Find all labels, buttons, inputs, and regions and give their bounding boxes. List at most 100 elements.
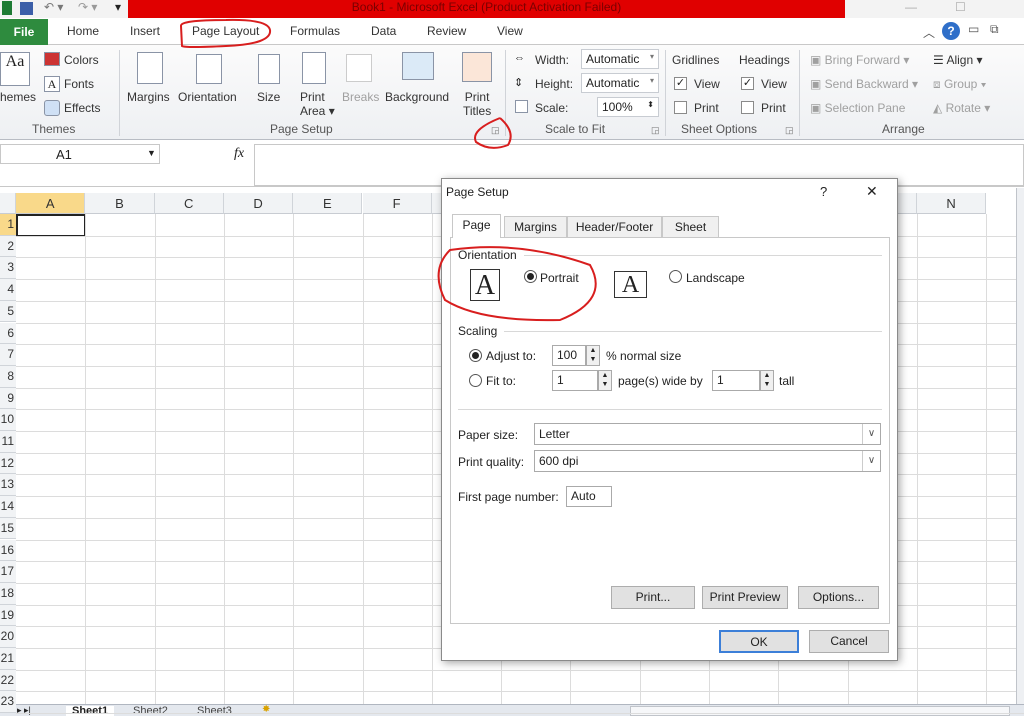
row-header[interactable]: 10 [0, 409, 16, 431]
dialog-tab-sheet[interactable]: Sheet [662, 216, 719, 237]
row-header[interactable]: 2 [0, 235, 16, 258]
name-box[interactable]: A1 [0, 144, 160, 164]
column-header[interactable]: A [16, 193, 86, 214]
undo-icon[interactable]: ↶ ▾ [44, 0, 63, 14]
fit-to-radio[interactable] [469, 374, 482, 387]
themes-button[interactable]: hemes [0, 90, 36, 104]
row-header[interactable]: 18 [0, 582, 16, 605]
row-header[interactable]: 4 [0, 279, 16, 301]
portrait-radio[interactable] [524, 270, 537, 283]
sheet-tab-sheet3[interactable]: Sheet3 [197, 706, 232, 717]
close-button[interactable]: ✕ [866, 183, 878, 200]
gridlines-print-checkbox[interactable] [674, 101, 687, 114]
dialog-tab-page[interactable]: Page [452, 214, 501, 238]
tab-view[interactable]: View [497, 24, 523, 38]
adjust-to-label[interactable]: Adjust to: [486, 349, 536, 363]
fit-wide-input[interactable]: 1 [552, 370, 598, 391]
row-header[interactable]: 12 [0, 452, 16, 475]
headings-print-checkbox[interactable] [741, 101, 754, 114]
row-header[interactable]: 17 [0, 561, 16, 583]
name-box-dropdown-icon[interactable]: ▼ [147, 148, 156, 158]
active-cell[interactable] [16, 214, 86, 237]
scale-spinner[interactable]: 100% ⬍ [597, 97, 659, 117]
tab-page-layout[interactable]: Page Layout [192, 24, 259, 38]
vertical-scrollbar[interactable] [1016, 188, 1024, 704]
breaks-button[interactable]: Breaks [342, 90, 379, 104]
fonts-button[interactable]: Fonts [64, 77, 94, 91]
insert-function-icon[interactable]: fx [234, 146, 244, 162]
help-icon[interactable]: ? [942, 22, 960, 40]
sheet-tab-sheet2[interactable]: Sheet2 [133, 706, 168, 717]
adjust-to-input[interactable]: 100 [552, 345, 586, 366]
workbook-minimize-icon[interactable]: ▭ [968, 22, 979, 36]
sheet-tab-sheet1[interactable]: Sheet1 [66, 706, 115, 717]
fit-wide-spinner[interactable]: ▲ ▼ [598, 370, 612, 391]
row-header[interactable]: 15 [0, 517, 16, 540]
redo-icon[interactable]: ↷ ▾ [78, 0, 97, 14]
column-header[interactable]: N [916, 193, 987, 214]
background-button[interactable]: Background [385, 90, 449, 104]
row-header[interactable]: 6 [0, 322, 16, 345]
themes-icon[interactable]: Aa [0, 52, 30, 86]
print-quality-select[interactable]: 600 dpi ∨ [534, 450, 881, 472]
row-header[interactable]: 1 [0, 214, 16, 236]
row-header[interactable]: 21 [0, 648, 16, 670]
sheet-options-launcher-icon[interactable]: ◲ [785, 125, 794, 136]
row-header[interactable]: 13 [0, 474, 16, 497]
cancel-button[interactable]: Cancel [809, 630, 889, 653]
row-header[interactable]: 8 [0, 365, 16, 388]
rotate-button[interactable]: ◭ Rotate ▾ [933, 101, 990, 115]
first-page-number-input[interactable]: Auto [566, 486, 612, 507]
column-header[interactable]: B [85, 193, 155, 214]
customize-toolbar-icon[interactable]: ▾ [115, 0, 121, 14]
maximize-icon[interactable]: ☐ [955, 0, 966, 14]
adjust-to-radio[interactable] [469, 349, 482, 362]
headings-view-checkbox[interactable]: ✓ [741, 77, 754, 90]
width-dropdown[interactable]: Automatic ▾ [581, 49, 659, 69]
selection-pane-button[interactable]: ▣ Selection Pane [810, 101, 905, 115]
tab-formulas[interactable]: Formulas [290, 24, 340, 38]
tab-data[interactable]: Data [371, 24, 396, 38]
print-area-button[interactable]: Print Area ▾ [300, 90, 335, 118]
row-header[interactable]: 11 [0, 431, 16, 453]
paper-size-select[interactable]: Letter ∨ [534, 423, 881, 445]
column-header[interactable]: F [362, 193, 432, 214]
margins-button[interactable]: Margins [127, 90, 170, 104]
send-backward-button[interactable]: ▣ Send Backward ▾ [810, 77, 918, 91]
row-header[interactable]: 3 [0, 257, 16, 280]
row-header[interactable]: 14 [0, 496, 16, 518]
align-button[interactable]: ☰ Align ▾ [933, 53, 982, 67]
orientation-button[interactable]: Orientation [178, 90, 237, 104]
row-header[interactable]: 22 [0, 669, 16, 692]
fit-to-label[interactable]: Fit to: [486, 374, 516, 388]
tab-file[interactable]: File [0, 19, 48, 45]
tab-home[interactable]: Home [67, 24, 99, 38]
row-header[interactable]: 9 [0, 387, 16, 410]
bring-forward-button[interactable]: ▣ Bring Forward ▾ [810, 53, 909, 67]
row-header[interactable]: 20 [0, 626, 16, 648]
column-header[interactable]: C [154, 193, 224, 214]
options-button[interactable]: Options... [798, 586, 879, 609]
ok-button[interactable]: OK [719, 630, 799, 653]
fit-tall-spinner[interactable]: ▲ ▼ [760, 370, 774, 391]
row-header[interactable]: 5 [0, 300, 16, 323]
colors-button[interactable]: Colors [64, 53, 99, 67]
landscape-radio[interactable] [669, 270, 682, 283]
column-header[interactable]: E [293, 193, 363, 214]
portrait-label[interactable]: Portrait [540, 271, 579, 285]
print-preview-button[interactable]: Print Preview [702, 586, 788, 609]
fit-tall-input[interactable]: 1 [712, 370, 760, 391]
tab-insert[interactable]: Insert [130, 24, 160, 38]
gridlines-view-checkbox[interactable]: ✓ [674, 77, 687, 90]
collapse-ribbon-icon[interactable]: ︿ [923, 24, 935, 41]
scale-to-fit-launcher-icon[interactable]: ◲ [651, 125, 660, 136]
horizontal-scrollbar[interactable] [630, 706, 1010, 716]
adjust-to-spinner[interactable]: ▲ ▼ [586, 345, 600, 366]
landscape-label[interactable]: Landscape [686, 271, 745, 285]
row-header[interactable]: 7 [0, 344, 16, 366]
save-icon[interactable] [20, 2, 33, 15]
workbook-restore-icon[interactable]: ⧉ [990, 22, 999, 37]
effects-button[interactable]: Effects [64, 101, 100, 115]
height-dropdown[interactable]: Automatic ▾ [581, 73, 659, 93]
row-header[interactable]: 19 [0, 604, 16, 627]
